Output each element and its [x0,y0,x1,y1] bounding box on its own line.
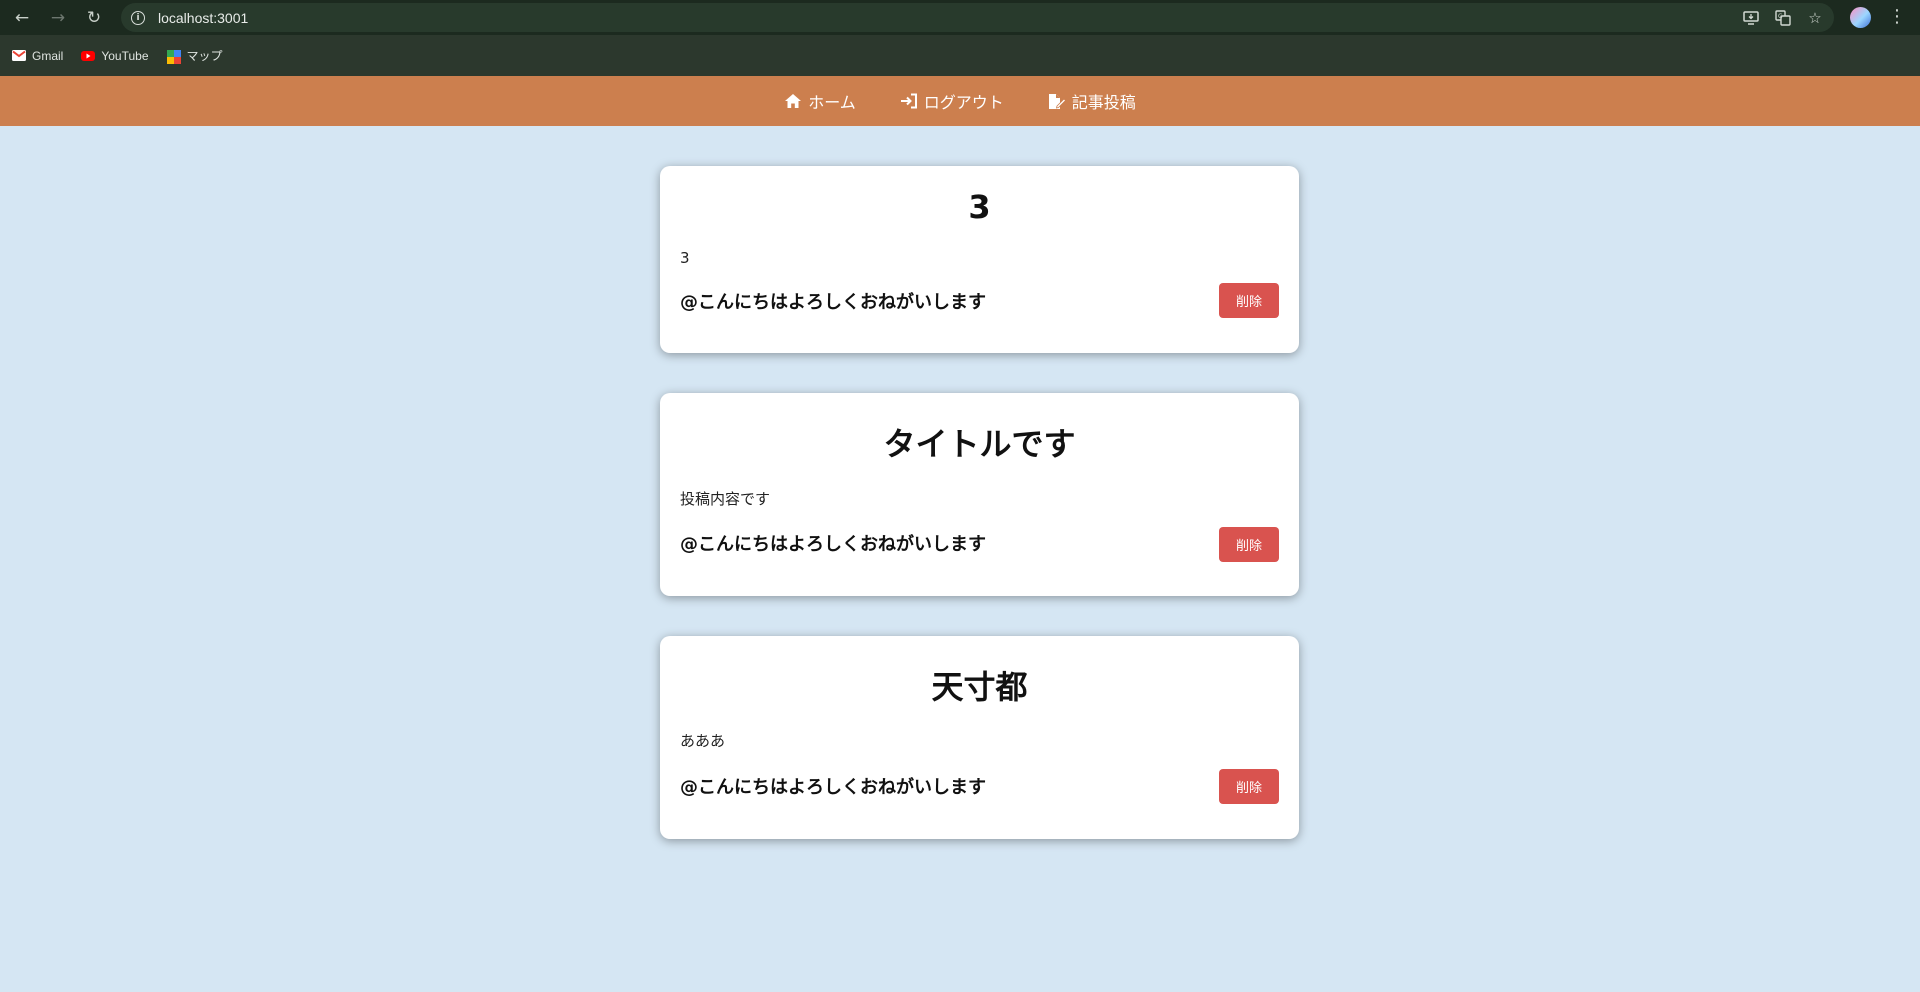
post-card: タイトルです 投稿内容です @こんにちはよろしくおねがいします 削除 [660,393,1299,596]
browser-toolbar: ← → ↻ i localhost:3001 G ☆ ⋮ [0,0,1920,35]
install-app-icon[interactable] [1742,9,1760,27]
post-author: @こんにちはよろしくおねがいします [680,534,986,555]
url-text[interactable]: localhost:3001 [158,10,248,26]
post-title: 天寸都 [931,668,1028,706]
forward-icon[interactable]: → [40,0,76,35]
post-article-icon [1048,93,1066,110]
nav-post-article[interactable]: 記事投稿 [1048,89,1136,113]
nav-home[interactable]: ホーム [784,89,856,113]
post-body: あああ [680,732,726,750]
translate-icon[interactable]: G [1774,9,1792,27]
nav-logout-label: ログアウト [923,93,1004,112]
home-icon [784,93,802,109]
post-title: タイトルです [883,425,1076,463]
post-body: 3 [680,249,690,267]
post-author: @こんにちはよろしくおねがいします [680,292,986,313]
bookmark-label: YouTube [101,48,149,63]
menu-kebab-icon[interactable]: ⋮ [1888,6,1906,28]
delete-button[interactable]: 削除 [1219,527,1279,562]
logout-icon [900,93,918,109]
nav-post-article-label: 記事投稿 [1071,93,1136,112]
bookmark-gmail[interactable]: Gmail [12,49,63,63]
post-body: 投稿内容です [680,490,771,508]
bookmark-youtube[interactable]: YouTube [81,48,149,63]
delete-button[interactable]: 削除 [1219,769,1279,804]
app-header-nav: ホーム ログアウト 記事投稿 [0,76,1920,126]
address-bar[interactable]: i localhost:3001 G ☆ [121,3,1834,32]
post-author: @こんにちはよろしくおねがいします [680,777,986,798]
delete-button[interactable]: 削除 [1219,283,1279,318]
nav-logout[interactable]: ログアウト [900,89,1004,113]
bookmark-label: マップ [186,49,223,63]
back-icon[interactable]: ← [4,0,40,35]
reload-icon[interactable]: ↻ [76,0,112,35]
site-info-icon[interactable]: i [131,10,145,25]
bookmark-label: Gmail [32,48,64,63]
youtube-icon [81,50,96,62]
post-card: 3 3 @こんにちはよろしくおねがいします 削除 [660,166,1299,353]
bookmark-maps[interactable]: マップ [166,47,223,64]
gmail-icon [12,49,26,62]
bookmarks-bar: Gmail YouTube マップ [0,35,1920,76]
nav-home-label: ホーム [808,93,856,112]
svg-text:G: G [1778,13,1783,20]
maps-icon [166,49,181,64]
post-title: 3 [968,188,991,226]
post-card: 天寸都 あああ @こんにちはよろしくおねがいします 削除 [660,636,1299,839]
profile-avatar[interactable] [1850,7,1871,28]
bookmark-star-icon[interactable]: ☆ [1806,9,1824,27]
